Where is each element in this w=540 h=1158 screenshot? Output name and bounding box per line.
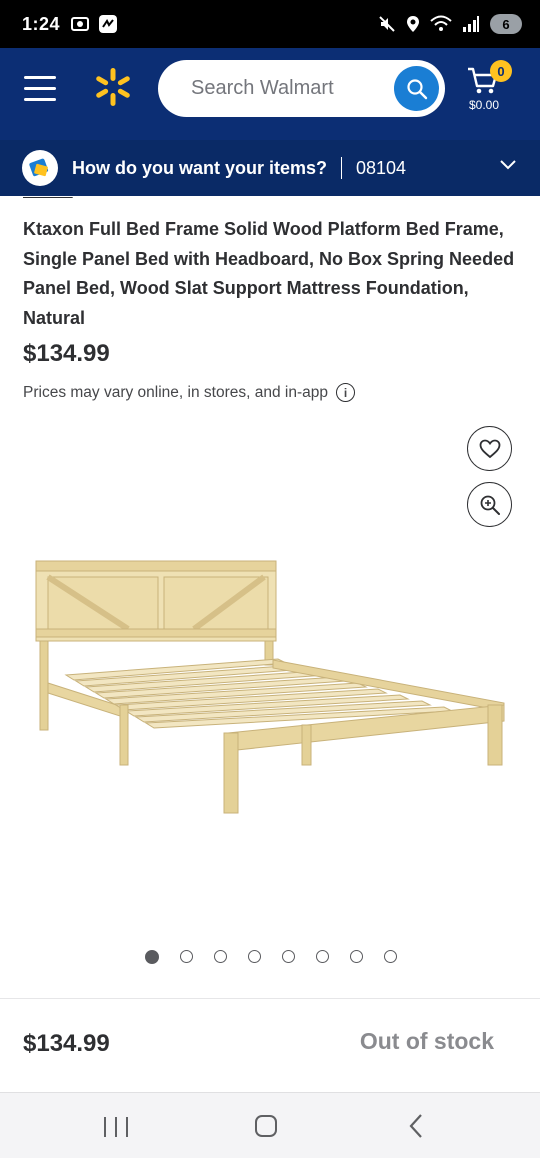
cart-total: $0.00 [469,98,500,112]
walmart-spark-logo[interactable] [92,66,134,108]
app-header: Search Walmart 0 $0.00 [0,48,540,140]
zoom-in-icon [480,495,500,515]
app-notification-icon [99,15,118,33]
delivery-divider [341,157,343,179]
chevron-down-icon[interactable] [500,160,516,170]
mute-icon [379,16,395,32]
carousel-dot[interactable] [282,950,295,963]
search-icon [406,78,427,99]
status-notification-icons [70,14,118,34]
carousel-dot[interactable] [316,950,329,963]
system-nav-bar [0,1092,540,1158]
favorite-button[interactable] [467,426,512,471]
status-bar: 1:24 6 [0,0,540,48]
delivery-question: How do you want your items? [72,157,328,178]
carousel-dot[interactable] [145,950,159,964]
signal-icon [463,16,479,32]
zoom-button[interactable] [467,482,512,527]
status-time: 1:24 [22,13,61,34]
location-icon [407,16,419,32]
search-placeholder: Search Walmart [191,77,334,99]
price-disclaimer: Prices may vary online, in stores, and i… [23,383,355,402]
delivery-method-icon [22,150,58,186]
screenshot-icon [71,17,90,31]
footer-divider [0,998,540,999]
search-button[interactable] [394,66,439,111]
wifi-icon [430,15,452,31]
status-system-icons: 6 [378,14,522,34]
battery-indicator: 6 [490,14,522,34]
carousel-dot[interactable] [180,950,193,963]
product-title: Ktaxon Full Bed Frame Solid Wood Platfor… [23,219,515,328]
info-icon[interactable]: i [335,383,355,402]
price-disclaimer-text: Prices may vary online, in stores, and i… [23,383,328,401]
availability-status: Out of stock [359,1028,494,1054]
search-input[interactable]: Search Walmart [158,60,445,117]
delivery-selector[interactable]: How do you want your items? 08104 [0,140,540,196]
home-icon[interactable] [255,1115,277,1137]
carousel-dot[interactable] [350,950,363,963]
product-image[interactable] [28,555,510,825]
carousel-dot[interactable] [384,950,397,963]
image-carousel-indicator[interactable] [145,950,397,964]
recent-apps-icon[interactable] [104,1117,128,1137]
carousel-dot[interactable] [248,950,261,963]
heart-icon [479,439,500,458]
cart-count-badge: 0 [490,60,512,82]
menu-icon[interactable] [24,76,56,102]
carousel-dot[interactable] [214,950,227,963]
cart-button[interactable]: 0 $0.00 [466,60,526,118]
footer-price: $134.99 [23,1030,110,1057]
delivery-zip: 08104 [356,157,407,178]
back-icon[interactable] [408,1113,424,1139]
product-price: $134.99 [23,340,110,367]
